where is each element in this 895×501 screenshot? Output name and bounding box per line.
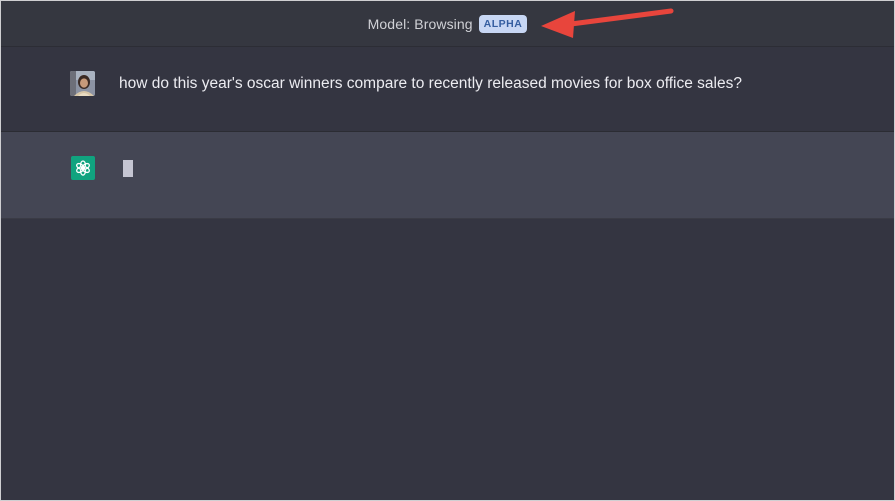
- alpha-badge: ALPHA: [478, 14, 528, 33]
- assistant-message-row: [1, 132, 894, 219]
- typing-cursor: [123, 160, 133, 177]
- openai-logo-icon: [71, 156, 95, 180]
- user-message-row: how do this year's oscar winners compare…: [1, 47, 894, 132]
- conversation-empty-area: [1, 219, 894, 500]
- model-label: Model: Browsing: [367, 15, 473, 32]
- red-arrow-icon: [541, 8, 674, 38]
- user-message-text: how do this year's oscar winners compare…: [119, 75, 742, 92]
- chat-window: Model: Browsing ALPHA how do this year's…: [0, 0, 895, 501]
- user-avatar: [70, 71, 95, 96]
- model-header: Model: Browsing ALPHA: [1, 1, 894, 47]
